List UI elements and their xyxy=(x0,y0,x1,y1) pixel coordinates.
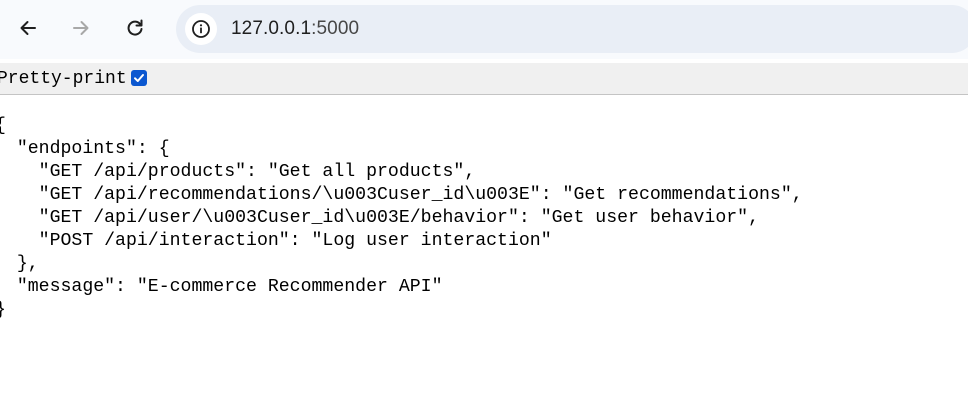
url-host: 127.0.0.1 xyxy=(231,18,312,39)
json-line: "GET /api/recommendations/\u003Cuser_id\… xyxy=(0,185,803,205)
json-line: } xyxy=(0,299,803,322)
browser-toolbar: 127.0.0.1:5000 xyxy=(0,0,968,59)
json-line: "GET /api/user/\u003Cuser_id\u003E/behav… xyxy=(0,208,759,228)
json-line: "POST /api/interaction": "Log user inter… xyxy=(0,231,552,251)
json-line: "GET /api/products": "Get all products", xyxy=(0,162,476,182)
json-line: { xyxy=(0,115,803,138)
back-button[interactable] xyxy=(11,11,45,45)
json-body: { "endpoints": { "GET /api/products": "G… xyxy=(0,115,803,322)
forward-button[interactable] xyxy=(64,11,98,45)
url-port: :5000 xyxy=(311,18,360,39)
json-line: "endpoints": { xyxy=(0,139,170,159)
pretty-print-label[interactable]: Pretty-print xyxy=(0,69,127,89)
pretty-print-checkbox[interactable] xyxy=(131,70,147,86)
url-text[interactable]: 127.0.0.1:5000 xyxy=(231,18,359,40)
pretty-print-bar: Pretty-print xyxy=(0,63,968,95)
reload-button[interactable] xyxy=(118,11,152,45)
arrow-right-icon xyxy=(73,21,89,35)
address-bar[interactable]: 127.0.0.1:5000 xyxy=(176,5,968,53)
site-info-button[interactable] xyxy=(185,13,217,45)
json-line: }, xyxy=(16,254,39,274)
checkmark-icon xyxy=(134,74,144,82)
info-icon xyxy=(192,20,210,38)
arrow-left-icon xyxy=(20,21,36,35)
json-line: "message": "E-commerce Recommender API" xyxy=(0,277,443,297)
reload-icon xyxy=(127,19,143,36)
